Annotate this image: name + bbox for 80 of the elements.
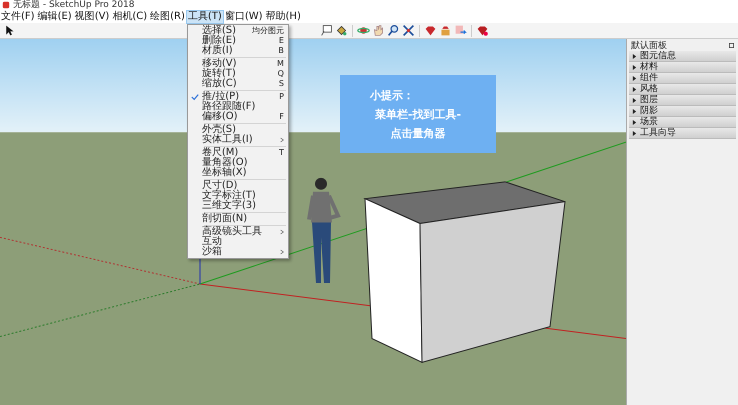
zoom-extents-icon[interactable] (402, 24, 415, 37)
shortcut-label: M (277, 58, 284, 68)
menu-item[interactable]: 文件(F) (0, 10, 36, 22)
window-title: 无标题 - SketchUp Pro 2018 (13, 0, 134, 10)
tray-section-header[interactable]: 材料 (629, 62, 736, 73)
menu-entry-label: 缩放(C) (202, 78, 238, 88)
tray-section-header[interactable]: 组件 (629, 73, 736, 84)
menu-item[interactable]: 窗口(W) (224, 10, 264, 22)
menu-entry-label: 推/拉(P) (202, 92, 240, 102)
menu-entry-label: 删除(E) (202, 36, 238, 46)
shortcut-label: F (279, 112, 284, 122)
menu-item[interactable]: 帮助(H) (264, 10, 302, 22)
menu-entry-label: 移动(V) (202, 58, 238, 68)
shortcut-label: Q (278, 68, 284, 78)
menu-entry[interactable]: 高级镜头工具 (188, 226, 288, 236)
menu-entry[interactable]: 偏移(O) F (188, 112, 288, 122)
menu-entry-label: 量角器(O) (202, 158, 249, 168)
menu-entry[interactable]: 缩放(C) S (188, 78, 288, 88)
menu-item[interactable]: 工具(T) (186, 10, 223, 22)
menu-entry-label: 路径跟随(F) (202, 102, 256, 112)
menu-entry[interactable]: 沙箱 (188, 246, 288, 256)
menu-entry[interactable]: 选择(S) 均分图元 (188, 26, 288, 36)
menu-entry[interactable]: 删除(E) E (188, 36, 288, 46)
tray-section-header[interactable]: 图层 (629, 95, 736, 106)
menu-entry-label: 剖切面(N) (202, 214, 248, 224)
menu-entry-label: 卷尺(M) (202, 148, 238, 158)
tray-section-header[interactable]: 阴影 (629, 106, 736, 117)
menu-entry-label: 实体工具(I) (202, 134, 254, 144)
menu-entry-label: 尺寸(D) (202, 180, 238, 190)
menu-entry[interactable]: 外壳(S) (188, 124, 288, 134)
tip-text: 点击量角器 (390, 126, 446, 140)
menu-entry-label: 材质(I) (202, 46, 234, 56)
tray-section-header[interactable]: 风格 (629, 84, 736, 95)
menu-entry[interactable]: 坐标轴(X) (188, 168, 288, 178)
shortcut-label: T (279, 148, 284, 158)
paint-bucket-icon[interactable] (335, 24, 348, 37)
menu-entry[interactable]: 材质(I) B (188, 46, 288, 56)
text-label-icon[interactable] (320, 24, 333, 37)
shortcut-label: S (278, 78, 284, 88)
menu-entry[interactable]: 路径跟随(F) (188, 102, 288, 112)
pin-icon[interactable] (729, 43, 734, 48)
menu-entry-label: 沙箱 (202, 246, 223, 256)
app-icon (2, 1, 10, 9)
menu-item[interactable]: 视图(V) (74, 10, 110, 22)
gem-box-icon[interactable] (439, 24, 452, 37)
menu-entry[interactable]: 三维文字(3) (188, 200, 288, 210)
menu-item[interactable]: 绘图(R) (149, 10, 186, 22)
menu-entry[interactable]: 互动 (188, 236, 288, 246)
menu-entry-label: 互动 (202, 236, 223, 246)
menu-entry-label: 三维文字(3) (202, 200, 258, 210)
menu-entry[interactable]: 推/拉(P) P (188, 92, 288, 102)
menu-entry[interactable]: 剖切面(N) (188, 214, 288, 224)
gem-icon[interactable] (476, 24, 489, 37)
shortcut-label: P (279, 92, 284, 102)
menu-entry-label: 偏移(O) (202, 112, 239, 122)
tray-section-header[interactable]: 场景 (629, 117, 736, 128)
menu-entry-label: 文字标注(T) (202, 190, 257, 200)
menu-entry-label: 旋转(T) (202, 68, 237, 78)
menu-entry[interactable]: 卷尺(M) T (188, 148, 288, 158)
menu-entry[interactable]: 文字标注(T) (188, 190, 288, 200)
tip-text: 小提示： (370, 88, 414, 102)
menu-entry-label: 坐标轴(X) (202, 168, 248, 178)
tray-section-header[interactable]: 工具向导 (629, 128, 736, 139)
menu-item[interactable]: 编辑(E) (36, 10, 73, 22)
menu-entry[interactable]: 移动(V) M (188, 58, 288, 68)
shortcut-label: B (278, 46, 284, 56)
tray-section-header[interactable]: 图元信息 (629, 51, 736, 62)
menu-entry-label: 选择(S) (202, 26, 238, 36)
menu-entry[interactable]: 量角器(O) (188, 158, 288, 168)
menu-entry[interactable]: 实体工具(I) (188, 134, 288, 144)
menu-item[interactable]: 相机(C) (111, 10, 148, 22)
shortcut-label: E (278, 36, 284, 46)
menu-entry[interactable]: 尺寸(D) (188, 180, 288, 190)
menu-entry[interactable]: 旋转(T) Q (188, 68, 288, 78)
menu-entry-label: 外壳(S) (202, 124, 236, 134)
tray-title: 默认面板 (631, 40, 667, 51)
menu-entry-label: 高级镜头工具 (202, 226, 263, 236)
tip-text: 菜单栏-找到工具- (374, 108, 462, 120)
magnifier-icon[interactable] (387, 24, 400, 37)
shortcut-label: 均分图元 (252, 26, 284, 36)
